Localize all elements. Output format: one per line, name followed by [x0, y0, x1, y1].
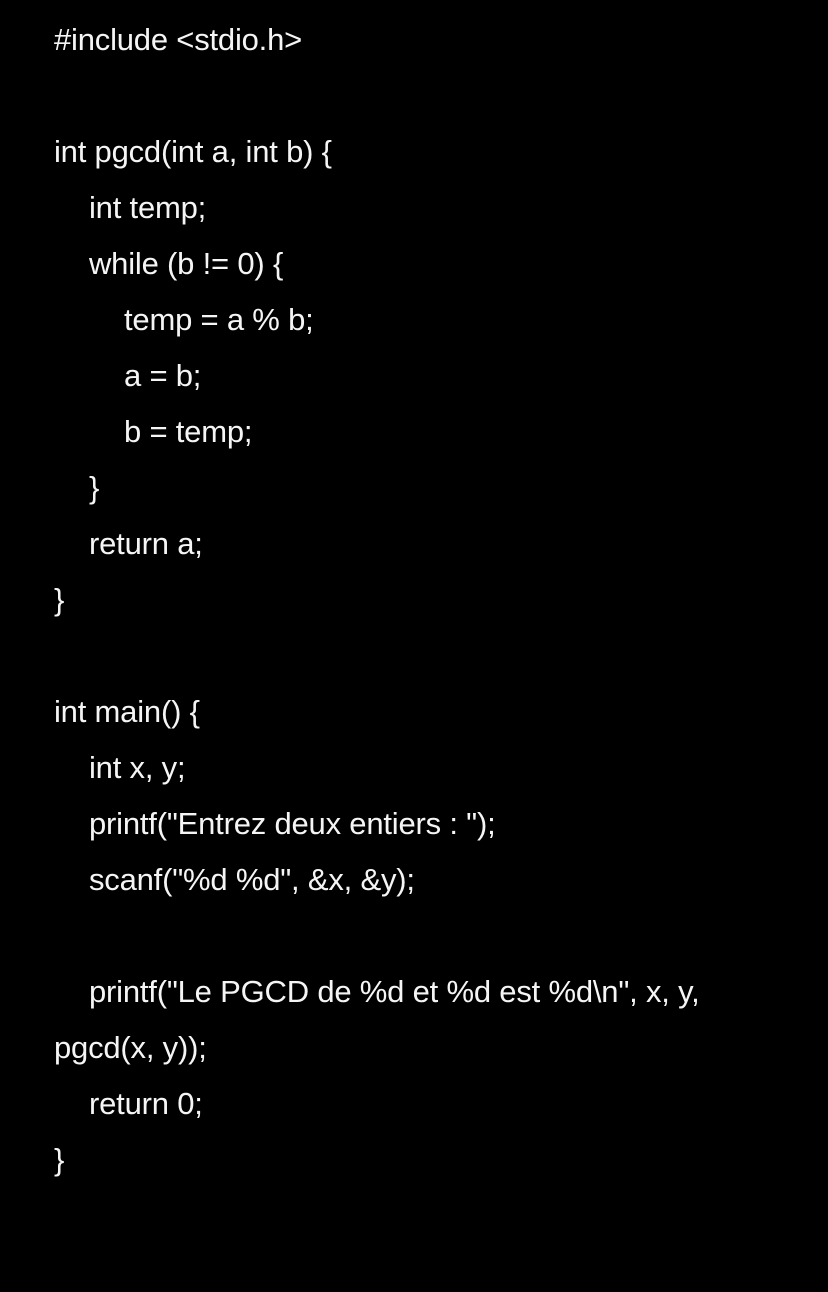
code-line-return-zero: return 0;	[89, 1086, 203, 1121]
code-line-temp-assignment: temp = a % b;	[124, 302, 314, 337]
code-line-main-signature: int main() {	[54, 694, 200, 729]
code-line-printf-prompt: printf("Entrez deux entiers : ");	[89, 806, 496, 841]
code-line-xy-declaration: int x, y;	[89, 750, 186, 785]
code-line-b-assignment: b = temp;	[124, 414, 253, 449]
code-line-a-assignment: a = b;	[124, 358, 202, 393]
code-line-pgcd-close: }	[54, 582, 65, 617]
code-document: #include <stdio.h> int pgcd(int a, int b…	[0, 0, 828, 1292]
code-line-scanf: scanf("%d %d", &x, &y);	[89, 862, 415, 897]
code-line-while: while (b != 0) {	[89, 246, 284, 281]
code-line-printf-result: printf("Le PGCD de %d et %d est %d\n", x…	[89, 974, 700, 1009]
code-line-pgcd-signature: int pgcd(int a, int b) {	[54, 134, 332, 169]
code-line-printf-result-wrap: pgcd(x, y));	[54, 1030, 207, 1065]
code-line-return-a: return a;	[89, 526, 203, 561]
code-line-main-close: }	[54, 1142, 65, 1177]
code-line-temp-declaration: int temp;	[89, 190, 207, 225]
code-line-include: #include <stdio.h>	[54, 22, 303, 57]
code-line-while-close: }	[89, 470, 100, 505]
